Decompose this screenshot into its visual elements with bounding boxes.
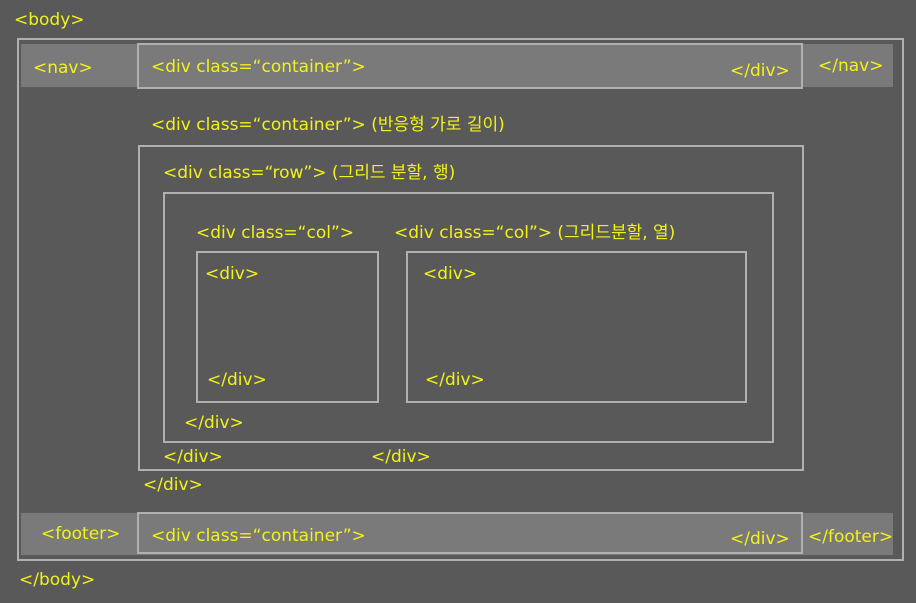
col1-div-open-tag: <div> [205,264,260,284]
nav-container-open-tag: <div class=“container”> [151,57,366,77]
row-close-tag-left: </div> [163,447,223,467]
inner-close-tag: </div> [184,413,244,433]
footer-container-close-tag: </div> [730,529,790,549]
body-open-tag: <body> [14,10,85,30]
col2-div-close-tag: </div> [425,370,485,390]
footer-close-tag: </footer> [808,527,894,547]
row-close-tag-right: </div> [371,447,431,467]
nav-container-close-tag: </div> [730,61,790,81]
main-container-open-tag: <div class=“container”> (반응형 가로 길이) [151,115,505,135]
col2-div-open-tag: <div> [423,264,478,284]
nav-open-tag: <nav> [33,58,93,78]
body-close-tag: </body> [19,570,96,590]
col1-div-close-tag: </div> [207,370,267,390]
footer-container-open-tag: <div class=“container”> [151,526,366,546]
col1-open-tag: <div class=“col”> [196,223,354,243]
main-container-close-tag: </div> [143,475,203,495]
col2-open-tag: <div class=“col”> (그리드분할, 열) [394,223,676,243]
row-open-tag: <div class=“row”> (그리드 분할, 행) [163,163,456,183]
footer-open-tag: <footer> [41,524,121,544]
nav-close-tag: </nav> [818,56,884,76]
